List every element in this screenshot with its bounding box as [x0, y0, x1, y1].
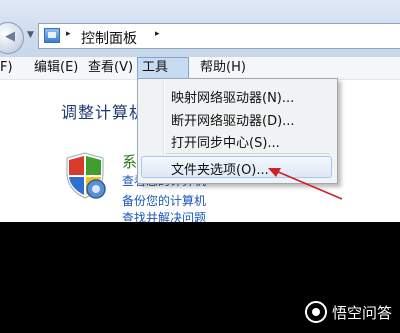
- watermark: 悟空问答: [304, 301, 392, 323]
- red-arrow-icon: [268, 168, 343, 200]
- wukong-logo-icon: [304, 301, 327, 323]
- watermark-text: 悟空问答: [331, 303, 392, 322]
- explorer-window: ◀ ▼ ▸ 控制面板 ▸ F) 编辑(E) 查看(V) 工具(T) 帮助(H) …: [0, 0, 400, 222]
